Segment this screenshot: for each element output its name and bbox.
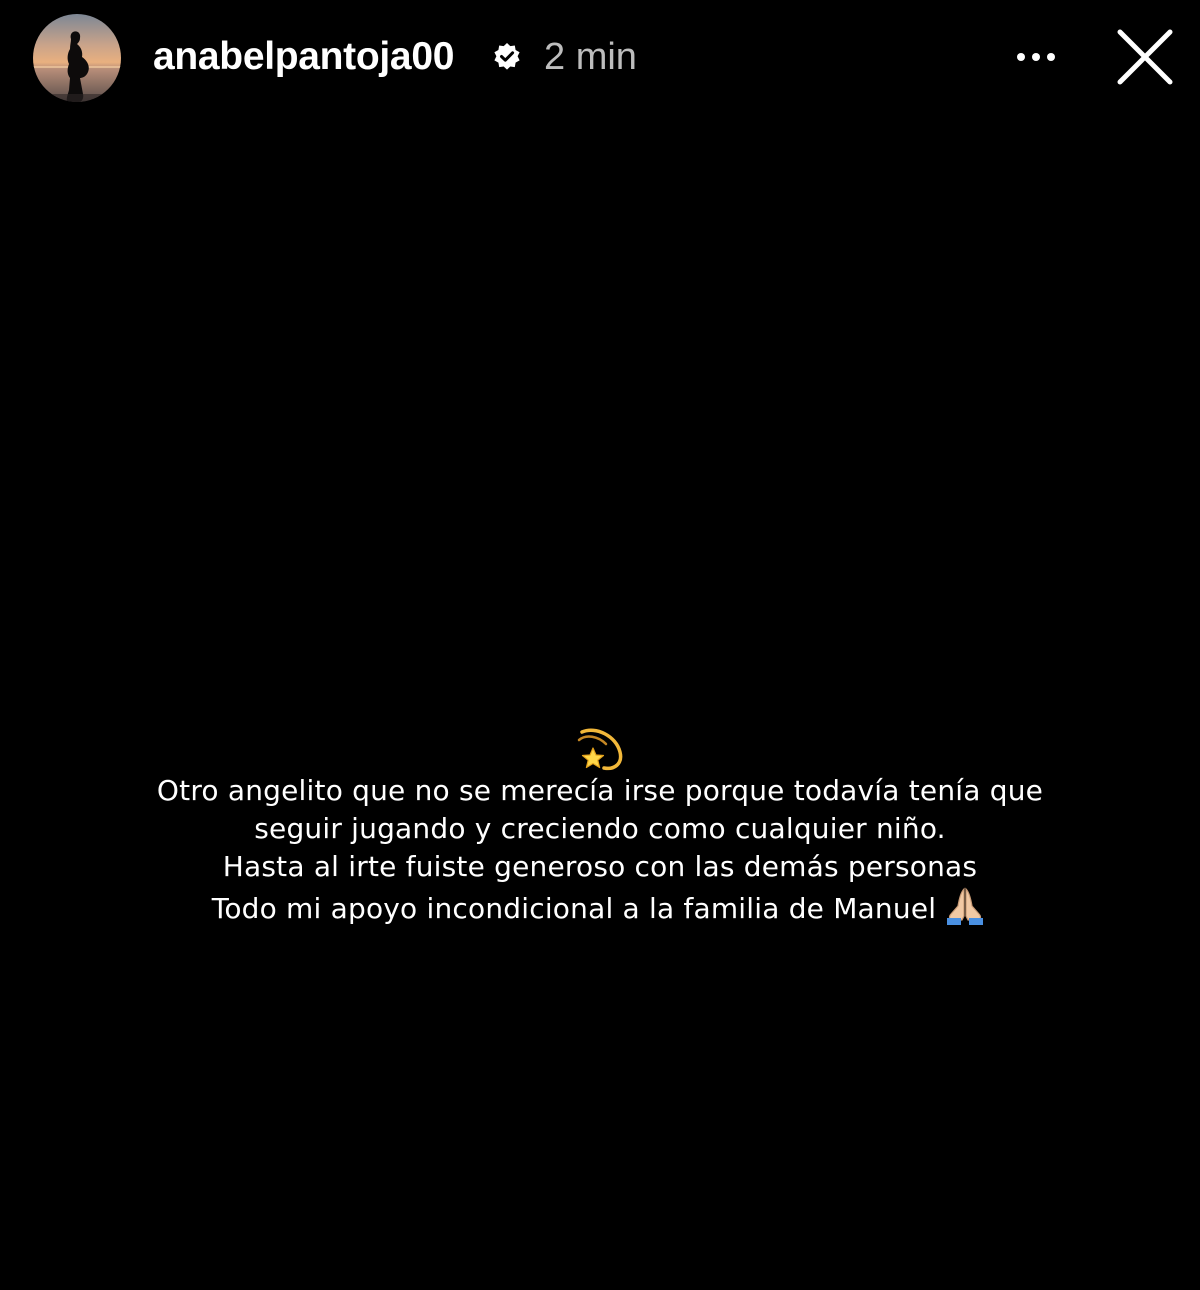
story-viewer[interactable]: anabelpantoja00 2 min	[0, 0, 1200, 1290]
username[interactable]: anabelpantoja00	[153, 34, 454, 80]
avatar-image	[33, 14, 121, 102]
dizzy-star-icon	[576, 726, 624, 772]
story-header: anabelpantoja00 2 min	[0, 0, 1200, 115]
caption-line-2: seguir jugando y creciendo como cualquie…	[60, 810, 1140, 848]
story-caption: Otro angelito que no se merecía irse por…	[60, 726, 1140, 928]
caption-line-4-text: Todo mi apoyo incondicional a la familia…	[212, 892, 936, 925]
story-timestamp: 2 min	[544, 34, 637, 80]
caption-line-3: Hasta al irte fuiste generoso con las de…	[60, 848, 1140, 886]
more-options-button[interactable]	[1008, 34, 1064, 80]
more-options-icon	[1008, 34, 1064, 80]
praying-hands-icon	[942, 886, 988, 926]
close-icon	[1110, 22, 1180, 92]
avatar[interactable]	[33, 14, 121, 102]
caption-line-1: Otro angelito que no se merecía irse por…	[60, 772, 1140, 810]
close-button[interactable]	[1110, 22, 1180, 92]
verified-badge-icon	[492, 42, 522, 72]
caption-line-4: Todo mi apoyo incondicional a la familia…	[60, 886, 1140, 928]
